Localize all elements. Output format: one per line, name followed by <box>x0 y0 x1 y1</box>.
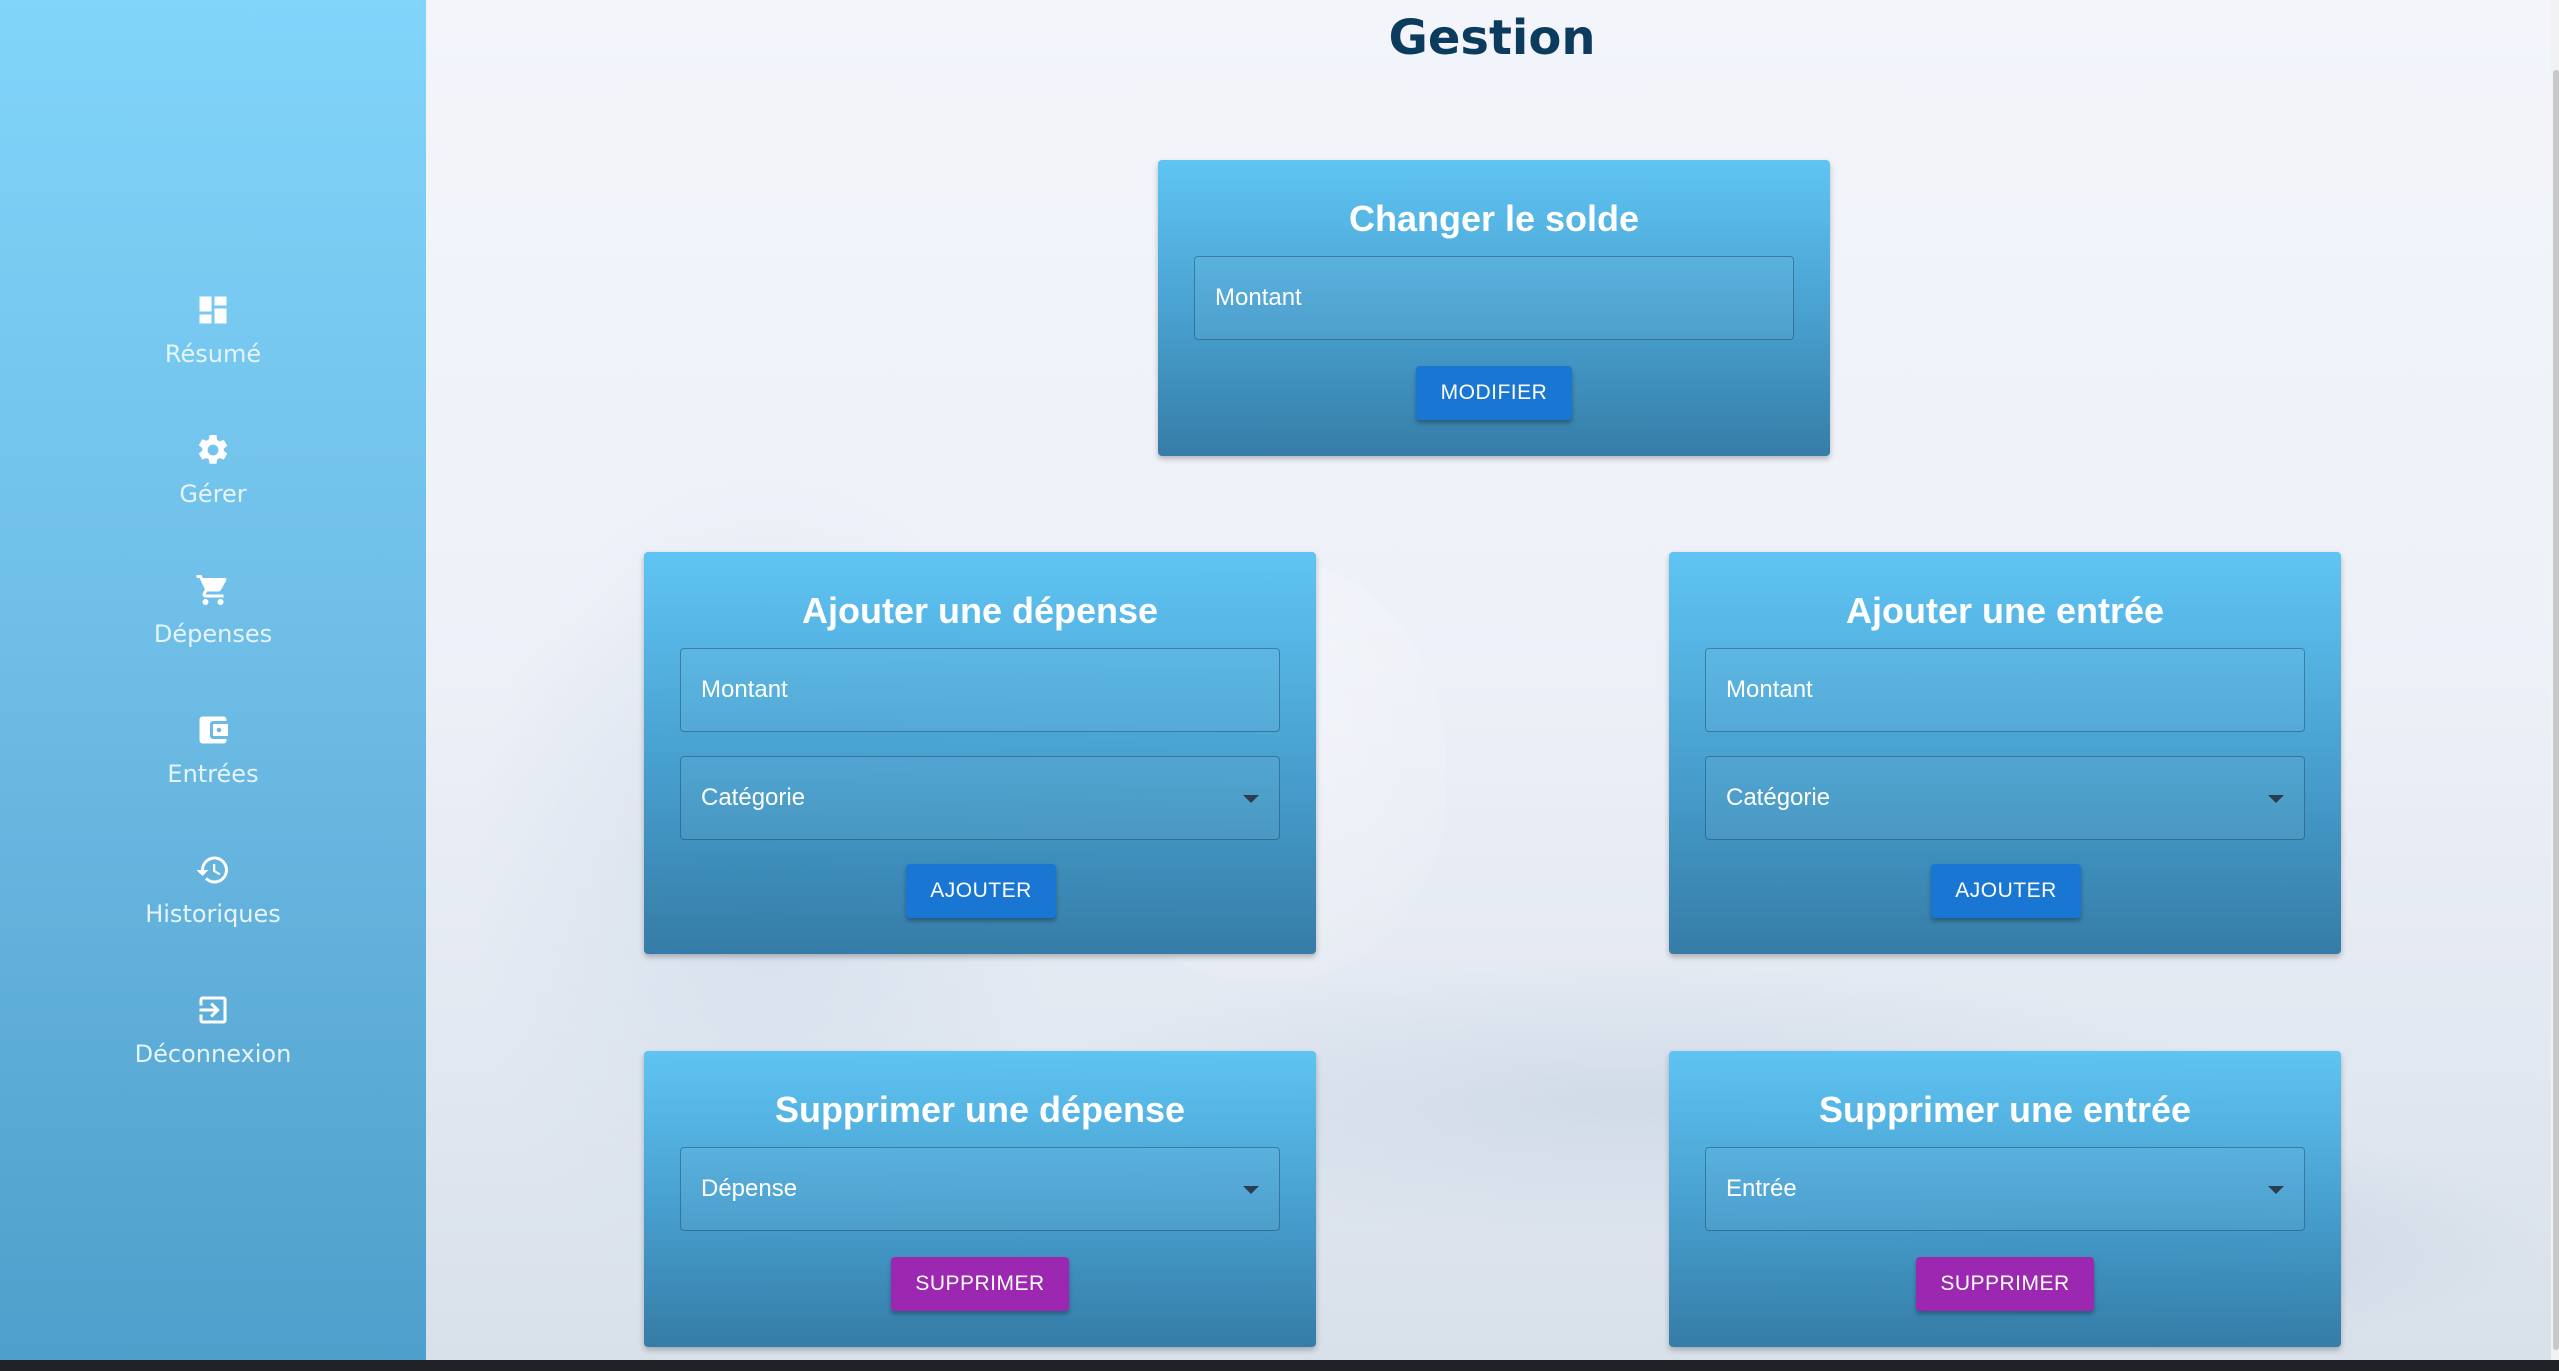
caret-down-icon <box>2268 795 2284 803</box>
expense-amount-field[interactable]: Montant <box>680 648 1280 732</box>
sidebar-item-depenses[interactable]: Dépenses <box>0 572 426 692</box>
sidebar-item-entrees[interactable]: Entrées <box>0 712 426 832</box>
sidebar-item-label: Gérer <box>179 480 247 508</box>
delete-expense-button[interactable]: SUPPRIMER <box>891 1257 1069 1311</box>
field-placeholder: Entrée <box>1726 1175 1797 1202</box>
field-placeholder: Dépense <box>701 1175 798 1202</box>
sidebar-item-label: Résumé <box>164 340 262 368</box>
scrollbar[interactable] <box>2551 0 2559 1360</box>
sidebar-item-resume[interactable]: Résumé <box>0 292 426 412</box>
income-amount-field[interactable]: Montant <box>1705 648 2305 732</box>
field-placeholder: Montant <box>1215 284 1302 311</box>
sidebar-item-gerer[interactable]: Gérer <box>0 432 426 552</box>
caret-down-icon <box>1243 1186 1259 1194</box>
history-icon <box>196 856 228 884</box>
caret-down-icon <box>1243 795 1259 803</box>
expense-category-select[interactable]: Catégorie <box>680 756 1280 840</box>
income-category-select[interactable]: Catégorie <box>1705 756 2305 840</box>
sidebar-item-label: Dépenses <box>153 620 273 648</box>
income-select[interactable]: Entrée <box>1705 1147 2305 1231</box>
field-placeholder: Montant <box>701 676 788 703</box>
card-title: Ajouter une entrée <box>1845 590 2165 631</box>
balance-amount-field[interactable]: Montant <box>1194 256 1794 340</box>
wallet-icon <box>199 716 228 744</box>
page-title: Gestion <box>1388 10 1596 66</box>
sidebar-item-deconnexion[interactable]: Déconnexion <box>0 992 426 1112</box>
caret-down-icon <box>2268 1186 2284 1194</box>
card-title: Supprimer une entrée <box>1818 1089 2192 1130</box>
sidebar-item-label: Entrées <box>167 760 259 788</box>
scrollbar-thumb[interactable] <box>2553 70 2559 1350</box>
sidebar-item-historiques[interactable]: Historiques <box>0 852 426 972</box>
modify-button[interactable]: MODIFIER <box>1416 366 1572 420</box>
delete-income-card: Supprimer une entrée Entrée SUPPRIMER <box>1669 1051 2341 1347</box>
add-expense-button[interactable]: AJOUTER <box>906 864 1056 918</box>
card-title: Changer le solde <box>1348 198 1640 239</box>
add-income-card: Ajouter une entrée Montant Catégorie AJO… <box>1669 552 2341 954</box>
add-income-button[interactable]: AJOUTER <box>1931 864 2081 918</box>
change-balance-card: Changer le solde Montant MODIFIER <box>1158 160 1830 456</box>
delete-expense-card: Supprimer une dépense Dépense SUPPRIMER <box>644 1051 1316 1347</box>
field-placeholder: Catégorie <box>701 784 806 811</box>
sidebar: Résumé Gérer Dépenses Entrées Historique… <box>0 0 426 1360</box>
card-title: Ajouter une dépense <box>801 590 1159 631</box>
gear-icon <box>198 434 228 464</box>
cart-icon <box>196 575 227 605</box>
dashboard-icon <box>199 296 227 324</box>
taskbar-strip <box>0 1360 2559 1371</box>
field-placeholder: Montant <box>1726 676 1813 703</box>
logout-icon <box>199 996 227 1024</box>
sidebar-item-label: Historiques <box>145 900 281 928</box>
field-placeholder: Catégorie <box>1726 784 1831 811</box>
sidebar-item-label: Déconnexion <box>134 1040 292 1068</box>
expense-select[interactable]: Dépense <box>680 1147 1280 1231</box>
add-expense-card: Ajouter une dépense Montant Catégorie AJ… <box>644 552 1316 954</box>
card-title: Supprimer une dépense <box>774 1089 1186 1130</box>
delete-income-button[interactable]: SUPPRIMER <box>1916 1257 2094 1311</box>
